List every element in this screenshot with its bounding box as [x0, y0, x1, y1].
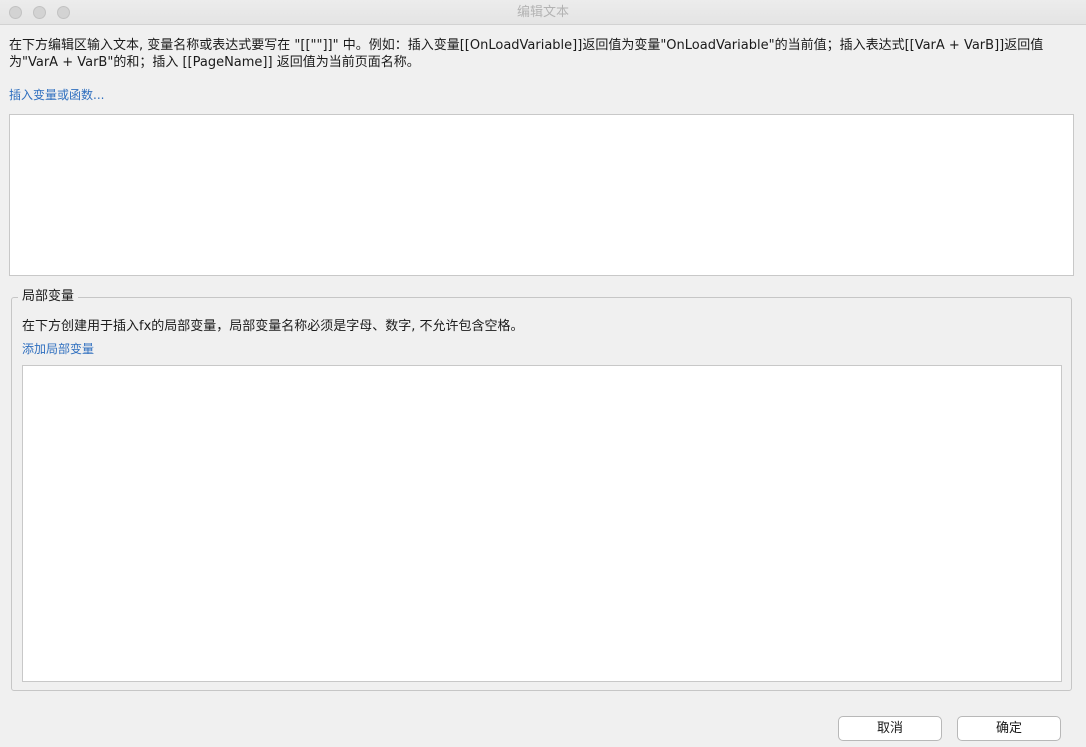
insert-variable-or-function-link[interactable]: 插入变量或函数...	[9, 86, 104, 103]
cancel-button[interactable]: 取消	[838, 716, 942, 741]
instructions-text: 在下方编辑区输入文本, 变量名称或表达式要写在 "[[""]]" 中。例如：插入…	[9, 38, 1044, 70]
local-variables-description: 在下方创建用于插入fx的局部变量，局部变量名称必须是字母、数字, 不允许包含空格…	[22, 319, 524, 334]
local-variables-legend: 局部变量	[18, 289, 79, 305]
add-local-variable-link[interactable]: 添加局部变量	[22, 340, 94, 357]
ok-button[interactable]: 确定	[957, 716, 1061, 741]
text-editor[interactable]	[9, 114, 1074, 276]
local-variables-list[interactable]	[22, 365, 1062, 682]
title-bar: 编辑文本	[0, 0, 1086, 25]
window-title: 编辑文本	[516, 5, 569, 20]
